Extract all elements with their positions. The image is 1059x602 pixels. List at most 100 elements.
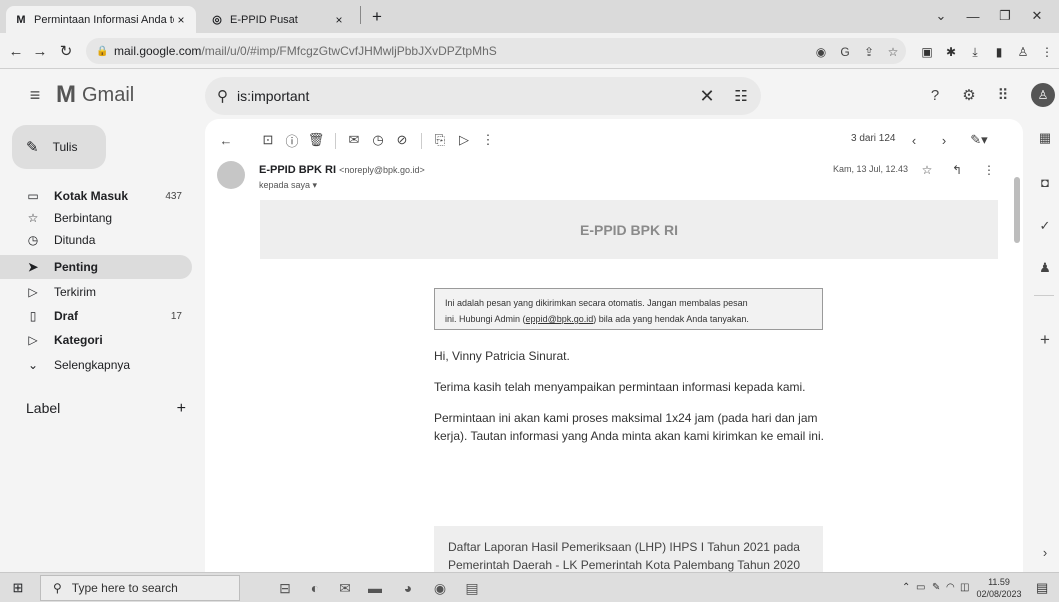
label-as-icon[interactable]: ▷ — [455, 131, 473, 149]
compose-button[interactable]: ✎ Tulis — [12, 125, 106, 169]
add-task-icon[interactable]: ⊘ — [393, 131, 411, 149]
new-tab-button[interactable]: + — [366, 6, 388, 28]
recipient-dropdown[interactable]: kepada saya ▾ — [259, 180, 317, 191]
process-text: Permintaan ini akan kami proses maksimal… — [434, 411, 824, 443]
chrome-icon[interactable]: ◉ — [430, 578, 450, 598]
report-spam-icon[interactable]: ⓘ — [283, 131, 301, 149]
chevron-left-icon[interactable]: ‹ — [905, 131, 923, 149]
thanks-text: Terima kasih telah menyampaikan perminta… — [434, 380, 806, 394]
sidebar-item-more[interactable]: ⌄ Selengkapnya — [0, 353, 192, 377]
search-icon[interactable]: ⚲ — [217, 87, 237, 105]
avatar[interactable]: ♙ — [1031, 83, 1055, 107]
task-view-icon[interactable]: ⊟ — [275, 578, 295, 598]
calendar-icon[interactable]: ▦ — [1036, 129, 1054, 147]
sidepanel-icon[interactable]: ▮ — [990, 43, 1008, 61]
battery-icon[interactable]: ▭ — [916, 582, 925, 593]
firefox-icon[interactable]: ◐ — [305, 578, 325, 598]
contacts-icon[interactable]: ♟ — [1036, 259, 1054, 277]
tray-chevron-icon[interactable]: ⌃ — [902, 582, 910, 593]
reload-icon[interactable]: ↻ — [56, 41, 76, 61]
mark-unread-icon[interactable]: ✉ — [345, 131, 363, 149]
taskbar-clock[interactable]: 11.59 02/08/2023 — [970, 576, 1028, 600]
sender-email: <noreply@bpk.go.id> — [339, 165, 425, 175]
windows-start-icon[interactable]: ⊞ — [10, 580, 26, 596]
help-icon[interactable]: ? — [924, 84, 946, 106]
eye-icon[interactable]: ◉ — [812, 43, 830, 61]
file-explorer-icon[interactable]: ▬ — [365, 578, 385, 598]
globe-icon: ◎ — [212, 14, 222, 26]
search-bar[interactable]: ⚲ is:important ✕ ☷ — [205, 77, 761, 115]
close-tab-icon[interactable]: × — [332, 13, 346, 27]
clear-search-icon[interactable]: ✕ — [693, 86, 721, 107]
network-icon[interactable]: ◠ — [946, 582, 955, 593]
word-icon[interactable]: ▤ — [462, 578, 482, 598]
apps-grid-icon[interactable]: ⠿ — [992, 84, 1014, 106]
sidebar-item-inbox[interactable]: ▭ Kotak Masuk 437 — [0, 184, 192, 208]
sidebar-item-starred[interactable]: ☆ Berbintang — [0, 206, 192, 230]
close-window-button[interactable]: ✕ — [1022, 6, 1052, 26]
puzzle-icon[interactable]: ✱ — [942, 43, 960, 61]
chevron-right-icon[interactable]: › — [935, 131, 953, 149]
minimize-button[interactable]: — — [958, 6, 988, 26]
main-menu-icon[interactable]: ≡ — [24, 84, 46, 106]
taskbar-search[interactable]: ⚲ Type here to search — [40, 575, 240, 601]
notification-icon[interactable]: ▤ — [1036, 580, 1048, 596]
draft-count: 17 — [170, 310, 182, 322]
close-tab-icon[interactable]: × — [174, 13, 188, 27]
extension-icon[interactable]: ▣ — [918, 43, 936, 61]
lock-icon: 🔒 — [96, 45, 109, 57]
tab-search-button[interactable]: ⌄ — [926, 6, 956, 26]
snooze-icon[interactable]: ◷ — [369, 131, 387, 149]
sidebar-item-label: Selengkapnya — [54, 358, 131, 372]
notice-line-2: ini. Hubungi Admin (eppid@bpk.go.id) bil… — [445, 314, 749, 324]
sidebar-item-sent[interactable]: ▷ Terkirim — [0, 280, 192, 304]
add-label-button[interactable]: + — [177, 400, 186, 418]
edge-icon[interactable]: ◕ — [398, 578, 418, 598]
move-to-icon[interactable]: ⎘ — [431, 131, 449, 149]
download-icon[interactable]: ⤓ — [966, 43, 984, 61]
star-icon[interactable]: ☆ — [919, 162, 935, 178]
tasks-icon[interactable]: ✓ — [1036, 217, 1054, 235]
forward-icon[interactable]: → — [30, 41, 50, 61]
pen-tray-icon[interactable]: ✎ — [932, 582, 940, 593]
sidebar-item-drafts[interactable]: ▯ Draf 17 — [0, 304, 192, 328]
mail-app-icon[interactable]: ✉ — [335, 578, 355, 598]
add-addon-icon[interactable]: + — [1036, 330, 1054, 349]
google-icon[interactable]: G — [836, 43, 854, 61]
tab-title: E-PPID Pusat — [230, 13, 298, 26]
share-icon[interactable]: ⇪ — [860, 43, 878, 61]
gear-icon[interactable]: ⚙ — [958, 84, 980, 106]
restore-button[interactable]: ❐ — [990, 6, 1020, 26]
scrollbar-thumb[interactable] — [1014, 177, 1020, 243]
profile-icon[interactable]: ♙ — [1014, 43, 1032, 61]
kebab-menu-icon[interactable]: ⋮ — [1038, 43, 1056, 61]
input-tools-icon[interactable]: ✎▾ — [965, 131, 993, 149]
sidebar-item-categories[interactable]: ▷ Kategori — [0, 328, 192, 352]
tab-gmail[interactable]: M Permintaan Informasi Anda telah × — [6, 6, 196, 33]
toolbar-divider — [421, 133, 422, 149]
keep-icon[interactable]: ◘ — [1036, 173, 1054, 191]
tab-eppid[interactable]: ◎ E-PPID Pusat × — [202, 6, 354, 33]
message-panel: ← ⊡ ⓘ 🗑 ✉ ◷ ⊘ ⎘ ▷ ⋮ 3 dari 124 ‹ › ✎▾ E-… — [205, 119, 1023, 572]
sidebar-item-snoozed[interactable]: ◷ Ditunda — [0, 228, 192, 252]
archive-icon[interactable]: ⊡ — [259, 131, 277, 149]
gmail-logo[interactable]: M Gmail — [56, 81, 134, 109]
reply-icon[interactable]: ↰ — [949, 162, 965, 178]
bookmark-star-icon[interactable]: ☆ — [884, 43, 902, 61]
search-input[interactable]: is:important — [237, 88, 693, 104]
back-icon[interactable]: ← — [6, 41, 26, 61]
sidebar-item-important[interactable]: ➤ Penting — [0, 255, 192, 279]
sidebar-item-label: Berbintang — [54, 211, 113, 225]
ime-icon[interactable]: ◫ — [960, 582, 969, 593]
greeting-text: Hi, Vinny Patricia Sinurat. — [434, 349, 570, 363]
clock-time: 11.59 — [988, 577, 1010, 587]
address-bar[interactable]: 🔒 mail.google.com/mail/u/0/#imp/FMfcgzGt… — [86, 38, 906, 64]
show-side-panel-icon[interactable]: › — [1036, 543, 1054, 561]
search-options-icon[interactable]: ☷ — [721, 87, 761, 105]
message-menu-icon[interactable]: ⋮ — [981, 162, 997, 178]
back-to-list-icon[interactable]: ← — [217, 131, 235, 149]
more-actions-icon[interactable]: ⋮ — [479, 131, 497, 149]
admin-email-link[interactable]: eppid@bpk.go.id — [526, 314, 594, 324]
delete-icon[interactable]: 🗑 — [307, 131, 325, 149]
unread-count: 437 — [165, 190, 182, 202]
